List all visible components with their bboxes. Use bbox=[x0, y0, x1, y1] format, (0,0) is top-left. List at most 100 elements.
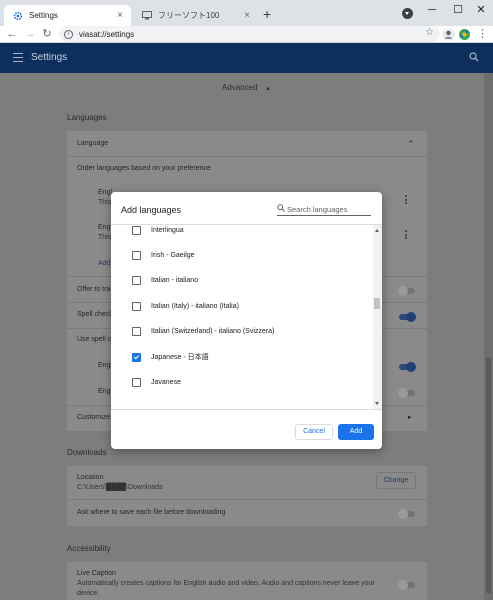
tab-freesoft100[interactable]: フリーソフト100 × bbox=[133, 5, 258, 26]
more-options-icon[interactable] bbox=[405, 195, 408, 206]
change-location-button[interactable]: Change bbox=[376, 472, 416, 489]
language-item-subtitle: This bbox=[98, 234, 112, 241]
close-tab-icon[interactable]: × bbox=[242, 10, 252, 21]
browser-toolbar: ← → ↻ i viasat://settings ☆ ⋮ bbox=[0, 26, 493, 43]
language-item-subtitle: This bbox=[98, 199, 112, 206]
spell-check-toggle[interactable] bbox=[399, 312, 416, 322]
minimize-button[interactable]: ─ bbox=[425, 3, 439, 17]
settings-app-bar: Settings bbox=[0, 43, 493, 73]
language-name: Italian (Italy) - italiano (Italia) bbox=[151, 302, 239, 310]
page-scrollbar[interactable] bbox=[484, 73, 493, 600]
add-languages-dialog: Add languages Search languages Interling… bbox=[111, 192, 382, 449]
list-item[interactable]: Irish - Gaeilge bbox=[132, 248, 195, 262]
add-button[interactable]: Add bbox=[338, 424, 374, 440]
languages-heading: Languages bbox=[67, 113, 107, 122]
chevron-up-icon[interactable]: ⌃ bbox=[407, 139, 415, 150]
live-caption-toggle[interactable] bbox=[398, 580, 415, 590]
more-options-icon[interactable] bbox=[405, 230, 408, 241]
spell-language-label: Engl bbox=[98, 362, 113, 369]
advanced-arrow-icon: ▲ bbox=[264, 86, 271, 92]
back-button[interactable]: ← bbox=[5, 27, 19, 41]
dialog-scrollbar-thumb[interactable] bbox=[374, 298, 380, 309]
hamburger-menu-icon[interactable] bbox=[13, 53, 23, 65]
language-checkbox-checked[interactable] bbox=[132, 352, 141, 362]
add-languages-link[interactable]: Add bbox=[98, 260, 110, 267]
spell-language-toggle[interactable] bbox=[398, 388, 415, 398]
page-icon bbox=[142, 11, 152, 21]
browser-menu-icon[interactable]: ⋮ bbox=[476, 28, 489, 41]
customize-spell-check-label[interactable]: Customize bbox=[77, 414, 110, 421]
divider bbox=[67, 499, 427, 500]
close-window-button[interactable]: ✕ bbox=[474, 3, 488, 17]
advanced-toggle[interactable]: Advanced ▲ bbox=[222, 83, 271, 92]
location-label: Location bbox=[77, 474, 104, 481]
search-icon bbox=[277, 204, 285, 214]
list-item[interactable]: Italian (Switzerland) - italiano (Svizze… bbox=[132, 324, 274, 338]
language-name: Interlingua bbox=[151, 226, 184, 234]
language-item-title: Engl bbox=[98, 189, 113, 196]
scroll-down-arrow-icon[interactable] bbox=[375, 402, 379, 405]
language-checkbox[interactable] bbox=[132, 225, 141, 235]
language-label[interactable]: Language bbox=[77, 140, 108, 147]
live-caption-description-cont: device. bbox=[77, 590, 100, 597]
search-icon[interactable] bbox=[469, 52, 479, 64]
scroll-up-arrow-icon[interactable] bbox=[375, 229, 379, 232]
live-caption-label: Live Caption bbox=[77, 570, 116, 577]
dialog-title: Add languages bbox=[121, 205, 182, 215]
dialog-scrollbar[interactable] bbox=[373, 225, 382, 409]
bookmark-star-icon[interactable]: ☆ bbox=[425, 27, 434, 38]
search-placeholder: Search languages bbox=[287, 205, 348, 214]
language-item-title: Engl bbox=[98, 224, 113, 231]
language-list: Interlingua Irish - Gaeilge Italian - it… bbox=[111, 224, 382, 410]
use-spell-check-label: Use spell c bbox=[77, 336, 112, 343]
downloads-card: Location C:\Users\████\Downloads Change … bbox=[67, 466, 427, 526]
language-name: Italian (Switzerland) - italiano (Svizze… bbox=[151, 327, 275, 335]
language-checkbox[interactable] bbox=[132, 250, 141, 260]
list-item[interactable]: Italian - italiano bbox=[132, 273, 198, 287]
profile-icon[interactable] bbox=[442, 28, 455, 41]
language-name: Irish - Gaeilge bbox=[151, 251, 195, 259]
language-checkbox[interactable] bbox=[132, 301, 141, 311]
downloads-heading: Downloads bbox=[67, 448, 107, 457]
list-item[interactable]: Japanese - 日本語 bbox=[132, 350, 209, 364]
order-languages-label: Order languages based on your preference bbox=[77, 165, 211, 172]
app-title: Settings bbox=[31, 52, 68, 63]
list-item[interactable]: Italian (Italy) - italiano (Italia) bbox=[132, 299, 239, 313]
forward-button[interactable]: → bbox=[23, 27, 37, 41]
live-caption-description: Automatically creates captions for Engli… bbox=[77, 580, 375, 587]
tab-strip: Settings × フリーソフト100 × + ─ ☐ ✕ bbox=[0, 0, 493, 26]
address-bar[interactable]: i viasat://settings ☆ bbox=[59, 26, 440, 42]
offer-translate-toggle[interactable] bbox=[398, 286, 415, 296]
page-scrollbar-thumb[interactable] bbox=[486, 358, 491, 593]
accessibility-heading: Accessibility bbox=[67, 544, 111, 553]
ask-where-label: Ask where to save each file before downl… bbox=[77, 509, 226, 516]
divider bbox=[67, 156, 427, 157]
extension-icon[interactable] bbox=[458, 28, 471, 41]
info-icon[interactable]: i bbox=[64, 29, 73, 39]
language-name: Javanese bbox=[151, 378, 181, 386]
list-item[interactable]: Javanese bbox=[132, 375, 181, 389]
spell-language-label: Engl bbox=[98, 388, 113, 395]
spell-check-label: Spell check bbox=[77, 311, 113, 318]
location-path: C:\Users\████\Downloads bbox=[77, 484, 163, 491]
language-checkbox[interactable] bbox=[132, 326, 141, 336]
chevron-right-icon[interactable]: ▸ bbox=[408, 413, 412, 421]
new-tab-button[interactable]: + bbox=[263, 7, 271, 21]
ask-where-toggle[interactable] bbox=[398, 509, 415, 519]
tab-title: Settings bbox=[29, 11, 58, 20]
search-languages-input[interactable]: Search languages bbox=[277, 202, 371, 216]
advanced-label: Advanced bbox=[222, 83, 258, 92]
cancel-button[interactable]: Cancel bbox=[295, 424, 333, 440]
language-checkbox[interactable] bbox=[132, 275, 141, 285]
spell-language-toggle[interactable] bbox=[399, 362, 416, 372]
maximize-button[interactable]: ☐ bbox=[451, 3, 465, 17]
reload-button[interactable]: ↻ bbox=[40, 27, 54, 41]
language-checkbox[interactable] bbox=[132, 377, 141, 387]
tab-settings[interactable]: Settings × bbox=[4, 5, 131, 26]
close-tab-icon[interactable]: × bbox=[115, 10, 125, 21]
language-name: Japanese - 日本語 bbox=[151, 354, 209, 361]
offer-translate-label: Offer to tra bbox=[77, 286, 111, 293]
tab-search-icon[interactable] bbox=[402, 8, 413, 19]
accessibility-card: Live Caption Automatically creates capti… bbox=[67, 562, 427, 600]
list-item[interactable]: Interlingua bbox=[132, 225, 184, 237]
